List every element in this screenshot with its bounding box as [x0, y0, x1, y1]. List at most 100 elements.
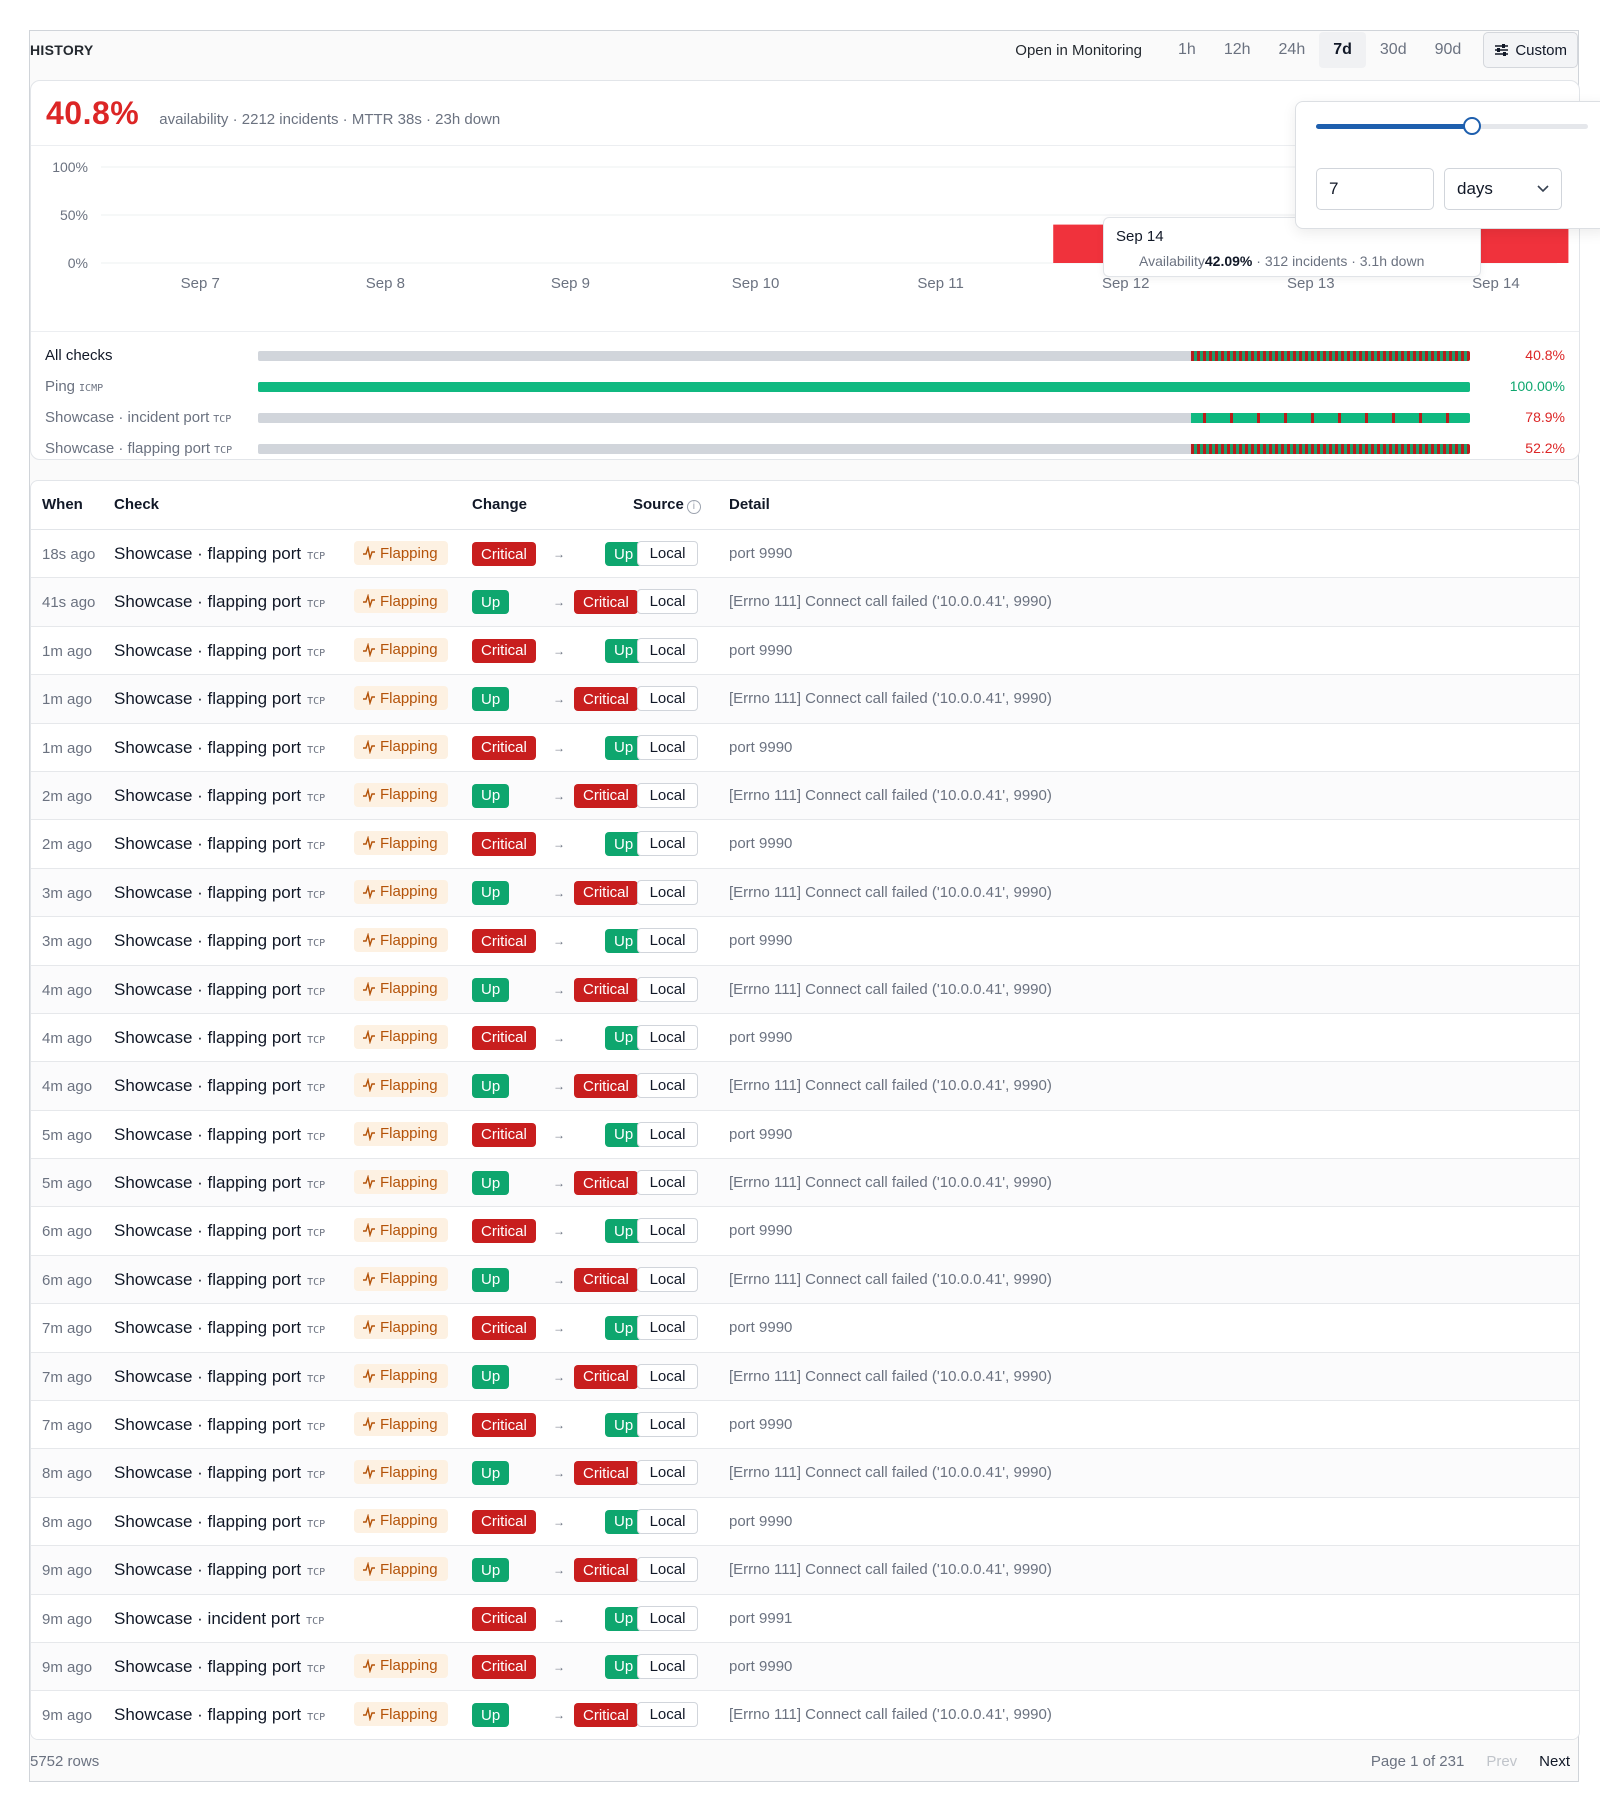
- check-timeline-bar[interactable]: [258, 351, 1470, 361]
- table-row[interactable]: 1m ago Showcase · flapping port TCP Flappin…: [31, 626, 1579, 676]
- table-row[interactable]: 6m ago Showcase · flapping port TCP Flappin…: [31, 1207, 1579, 1256]
- next-page-button[interactable]: Next: [1539, 1753, 1570, 1770]
- row-check[interactable]: Showcase · flapping port TCP: [114, 883, 325, 903]
- source-badge: Local: [637, 1266, 698, 1292]
- range-7d-button[interactable]: 7d: [1319, 32, 1366, 68]
- range-unit-select[interactable]: days: [1444, 168, 1562, 210]
- table-row[interactable]: 2m ago Showcase · flapping port TCP Flappin…: [31, 820, 1579, 869]
- table-row[interactable]: 9m ago Showcase · flapping port TCP Flappin…: [31, 1546, 1579, 1595]
- table-row[interactable]: 8m ago Showcase · flapping port TCP Flappin…: [31, 1449, 1579, 1498]
- row-check[interactable]: Showcase · flapping port TCP: [114, 1463, 325, 1483]
- arrow-icon: →: [553, 934, 565, 949]
- open-in-monitoring-link[interactable]: Open in Monitoring: [1005, 34, 1152, 67]
- table-row[interactable]: 1m ago Showcase · flapping port TCP Flappin…: [31, 675, 1579, 724]
- col-detail[interactable]: Detail: [729, 496, 770, 513]
- row-check[interactable]: Showcase · flapping port TCP: [114, 1125, 325, 1145]
- table-row[interactable]: 7m ago Showcase · flapping port TCP Flappin…: [31, 1401, 1579, 1450]
- row-check[interactable]: Showcase · flapping port TCP: [114, 1512, 325, 1532]
- table-row[interactable]: 18s ago Showcase · flapping port TCP Flappi…: [31, 530, 1579, 579]
- table-row[interactable]: 9m ago Showcase · flapping port TCP Flappin…: [31, 1642, 1579, 1692]
- custom-range-button[interactable]: Custom: [1483, 32, 1578, 68]
- range-24h-button[interactable]: 24h: [1265, 32, 1320, 68]
- table-row[interactable]: 7m ago Showcase · flapping port TCP Flappin…: [31, 1352, 1579, 1402]
- col-change[interactable]: Change: [472, 496, 527, 513]
- row-check[interactable]: Showcase · flapping port TCP: [114, 1076, 325, 1096]
- table-row[interactable]: 4m ago Showcase · flapping port TCP Flappin…: [31, 1013, 1579, 1063]
- table-row[interactable]: 4m ago Showcase · flapping port TCP Flappin…: [31, 965, 1579, 1014]
- check-timeline-bar[interactable]: [258, 444, 1470, 454]
- flapping-label: Flapping: [380, 1705, 438, 1723]
- row-check[interactable]: Showcase · flapping port TCP: [114, 1028, 325, 1048]
- row-check[interactable]: Showcase · flapping port TCP: [114, 1657, 325, 1677]
- range-amount-input[interactable]: 7: [1316, 168, 1434, 210]
- table-row[interactable]: 3m ago Showcase · flapping port TCP Flappin…: [31, 868, 1579, 918]
- check-row[interactable]: Showcase · incident port TCP 78.9%: [45, 403, 1567, 434]
- slider-thumb[interactable]: [1463, 117, 1482, 135]
- row-check[interactable]: Showcase · flapping port TCP: [114, 1705, 325, 1725]
- check-timeline-bar[interactable]: [258, 382, 1470, 392]
- table-row[interactable]: 2m ago Showcase · flapping port TCP Flappin…: [31, 771, 1579, 821]
- table-row[interactable]: 3m ago Showcase · flapping port TCP Flappin…: [31, 917, 1579, 966]
- range-90d-button[interactable]: 90d: [1421, 32, 1476, 68]
- table-row[interactable]: 5m ago Showcase · flapping port TCP Flappin…: [31, 1110, 1579, 1160]
- row-check-protocol: TCP: [307, 1276, 326, 1288]
- table-row[interactable]: 9m ago Showcase · flapping port TCP Flappin…: [31, 1691, 1579, 1739]
- row-check[interactable]: Showcase · flapping port TCP: [114, 1560, 325, 1580]
- range-slider[interactable]: [1316, 117, 1588, 135]
- row-check[interactable]: Showcase · flapping port TCP: [114, 980, 325, 1000]
- arrow-icon: →: [553, 1659, 565, 1674]
- row-check[interactable]: Showcase · flapping port TCP: [114, 1221, 325, 1241]
- row-when: 4m ago: [42, 1029, 93, 1047]
- table-row[interactable]: 4m ago Showcase · flapping port TCP Flappin…: [31, 1062, 1579, 1111]
- flapping-badge: Flapping: [354, 1121, 448, 1146]
- check-row[interactable]: Ping ICMP 100.00%: [45, 372, 1567, 403]
- custom-range-popover: 7 days: [1295, 101, 1600, 229]
- arrow-icon: →: [553, 1514, 565, 1529]
- row-check-protocol: TCP: [307, 938, 326, 950]
- x-tick-label: Sep 9: [551, 275, 590, 292]
- check-timeline-bar[interactable]: [258, 413, 1470, 423]
- flapping-badge: Flapping: [354, 589, 448, 614]
- row-check[interactable]: Showcase · flapping port TCP: [114, 1173, 325, 1193]
- table-row[interactable]: 5m ago Showcase · flapping port TCP Flappin…: [31, 1159, 1579, 1208]
- row-check-protocol: TCP: [307, 1470, 326, 1482]
- row-check[interactable]: Showcase · incident port TCP: [114, 1609, 324, 1629]
- row-check[interactable]: Showcase · flapping port TCP: [114, 1318, 325, 1338]
- col-check[interactable]: Check: [114, 496, 159, 513]
- range-30d-button[interactable]: 30d: [1366, 32, 1421, 68]
- range-12h-button[interactable]: 12h: [1210, 32, 1265, 68]
- row-check[interactable]: Showcase · flapping port TCP: [114, 592, 325, 612]
- check-row[interactable]: All checks 40.8%: [45, 341, 1567, 372]
- row-check[interactable]: Showcase · flapping port TCP: [114, 544, 325, 564]
- row-check[interactable]: Showcase · flapping port TCP: [114, 786, 325, 806]
- x-tick-label: Sep 8: [366, 275, 405, 292]
- row-check[interactable]: Showcase · flapping port TCP: [114, 738, 325, 758]
- prev-page-button[interactable]: Prev: [1486, 1753, 1517, 1770]
- down-segment: [1467, 351, 1470, 361]
- range-1h-button[interactable]: 1h: [1164, 32, 1210, 68]
- from-status-badge: Critical: [472, 1025, 536, 1050]
- table-row[interactable]: 1m ago Showcase · flapping port TCP Flappin…: [31, 723, 1579, 772]
- flapping-badge: Flapping: [354, 1315, 448, 1340]
- row-check[interactable]: Showcase · flapping port TCP: [114, 1367, 325, 1387]
- col-when[interactable]: When: [42, 496, 83, 513]
- row-check[interactable]: Showcase · flapping port TCP: [114, 689, 325, 709]
- row-detail: port 9991: [729, 1609, 793, 1627]
- table-row[interactable]: 41s ago Showcase · flapping port TCP Flappi…: [31, 578, 1579, 627]
- table-row[interactable]: 7m ago Showcase · flapping port TCP Flappin…: [31, 1304, 1579, 1353]
- row-check[interactable]: Showcase · flapping port TCP: [114, 1270, 325, 1290]
- table-row[interactable]: 6m ago Showcase · flapping port TCP Flappin…: [31, 1255, 1579, 1305]
- info-icon[interactable]: i: [686, 500, 701, 514]
- row-check-name: Showcase · flapping port: [114, 1269, 302, 1289]
- source-badge: Local: [637, 1073, 698, 1099]
- row-check[interactable]: Showcase · flapping port TCP: [114, 641, 325, 661]
- row-detail: port 9990: [729, 1657, 793, 1675]
- col-source[interactable]: Source i: [633, 496, 701, 514]
- row-check[interactable]: Showcase · flapping port TCP: [114, 1415, 325, 1435]
- table-row[interactable]: 8m ago Showcase · flapping port TCP Flappin…: [31, 1497, 1579, 1547]
- source-badge: Local: [637, 1024, 698, 1050]
- row-check[interactable]: Showcase · flapping port TCP: [114, 931, 325, 951]
- table-row[interactable]: 9m ago Showcase · incident port TCP Critica…: [31, 1594, 1579, 1643]
- check-row[interactable]: Showcase · flapping port TCP 52.2%: [45, 434, 1567, 465]
- row-check[interactable]: Showcase · flapping port TCP: [114, 834, 325, 854]
